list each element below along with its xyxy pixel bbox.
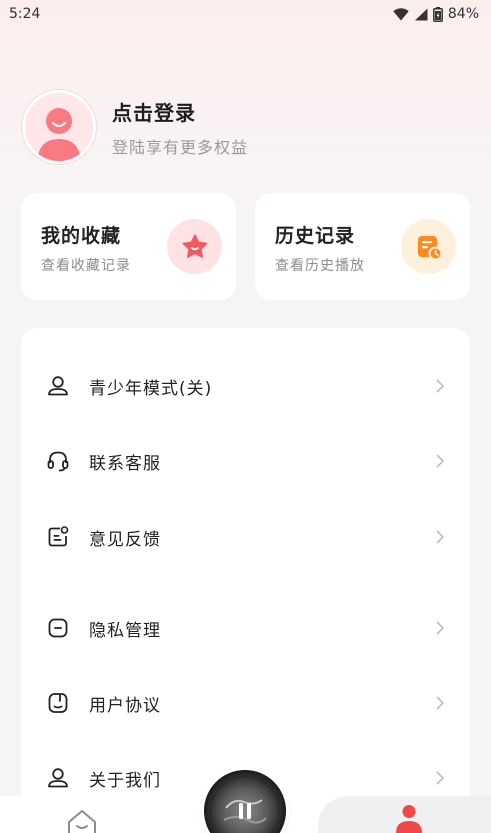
status-time: 5:24 [9, 6, 41, 22]
about-icon [45, 765, 71, 791]
history-icon-circle [401, 219, 456, 274]
favorites-title: 我的收藏 [41, 225, 122, 247]
menu-item-teen-mode[interactable]: 青少年模式(关) [21, 356, 470, 416]
battery-icon [432, 6, 443, 22]
menu-item-label: 用户协议 [89, 695, 161, 716]
menu-item-label: 青少年模式(关) [89, 378, 213, 399]
settings-menu: 青少年模式(关) 联系客服 意见反馈 隐私管理 用户协议 关于我们 [21, 328, 470, 808]
history-card[interactable]: 历史记录 查看历史播放 [255, 193, 470, 300]
chevron-right-icon [436, 696, 445, 710]
menu-item-user-agreement[interactable]: 用户协议 [21, 673, 470, 733]
chevron-right-icon [436, 379, 445, 393]
teen-mode-icon [45, 373, 71, 399]
menu-item-customer-service[interactable]: 联系客服 [21, 431, 470, 491]
battery-level: 84% [447, 6, 479, 22]
home-icon [68, 810, 96, 833]
avatar[interactable] [22, 90, 96, 164]
menu-item-label: 关于我们 [89, 770, 161, 791]
star-icon [182, 234, 207, 258]
favorites-card[interactable]: 我的收藏 查看收藏记录 [21, 193, 236, 300]
agreement-icon [45, 690, 71, 716]
chevron-right-icon [436, 771, 445, 785]
menu-item-label: 联系客服 [89, 453, 161, 474]
user-avatar-icon [37, 108, 81, 161]
menu-item-label: 意见反馈 [89, 529, 161, 550]
chevron-right-icon [436, 454, 445, 468]
history-title: 历史记录 [275, 225, 356, 247]
signal-icon [414, 8, 428, 20]
nav-tab-mine[interactable] [318, 796, 491, 833]
history-subtitle: 查看历史播放 [275, 258, 365, 274]
history-clock-icon [417, 235, 442, 260]
favorites-subtitle: 查看收藏记录 [41, 258, 131, 274]
menu-item-privacy[interactable]: 隐私管理 [21, 598, 470, 658]
chevron-right-icon [436, 530, 445, 544]
feedback-icon [45, 524, 71, 550]
favorites-icon-circle [167, 219, 222, 274]
pause-icon[interactable] [235, 801, 255, 821]
login-title[interactable]: 点击登录 [112, 97, 248, 126]
nav-tab-home[interactable] [0, 796, 200, 833]
status-bar: 5:24 84% [0, 0, 491, 28]
headset-icon [45, 448, 71, 474]
menu-item-label: 隐私管理 [89, 620, 161, 641]
profile-login[interactable]: 点击登录 登陆享有更多权益 [22, 90, 248, 164]
chevron-right-icon [436, 621, 445, 635]
person-icon [396, 805, 422, 833]
menu-item-feedback[interactable]: 意见反馈 [21, 507, 470, 567]
login-subtitle: 登陆享有更多权益 [112, 137, 249, 157]
privacy-icon [45, 615, 71, 641]
wifi-icon [393, 7, 409, 20]
